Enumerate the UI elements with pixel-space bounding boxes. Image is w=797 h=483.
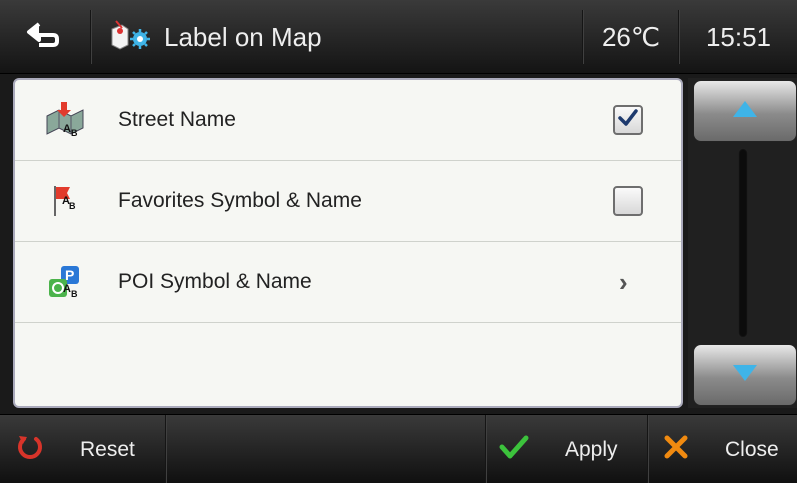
back-arrow-icon [25, 20, 65, 55]
label-options-list: A B Street Name A B Favorites Symbol & N… [13, 78, 683, 408]
favorites-flag-icon: A B [45, 181, 85, 221]
svg-text:B: B [71, 128, 78, 138]
title-bar: Label on Map 26℃ 15:51 [0, 0, 797, 74]
apply-button[interactable]: Apply [487, 415, 647, 483]
back-button[interactable] [0, 0, 90, 74]
list-item-favorites[interactable]: A B Favorites Symbol & Name [15, 161, 681, 242]
empty-row [15, 323, 681, 406]
checkmark-icon [617, 108, 639, 133]
checkmark-icon [499, 434, 529, 465]
chevron-right-icon: › [619, 266, 628, 297]
list-item-poi[interactable]: P A B POI Symbol & Name › [15, 242, 681, 323]
apply-label: Apply [565, 437, 618, 461]
poi-icon: P A B [45, 262, 85, 302]
list-item-label: POI Symbol & Name [118, 270, 312, 293]
svg-text:A: A [63, 283, 71, 295]
reset-label: Reset [80, 437, 135, 461]
scroll-down-button[interactable] [693, 344, 797, 406]
clock: 15:51 [705, 21, 772, 52]
map-label-settings-icon [106, 19, 152, 56]
scrollbar[interactable] [688, 78, 797, 408]
temperature-readout: 26℃ [601, 21, 661, 52]
arrow-down-icon [731, 363, 759, 388]
list-item-label: Favorites Symbol & Name [118, 189, 362, 212]
list-item-label: Street Name [118, 108, 236, 131]
scroll-track[interactable] [738, 148, 748, 338]
list-item-street-name[interactable]: A B Street Name [15, 80, 681, 161]
close-label: Close [725, 437, 779, 461]
favorites-checkbox[interactable] [613, 186, 643, 216]
reset-button[interactable]: Reset [0, 415, 165, 483]
svg-text:A: A [63, 123, 71, 135]
close-button[interactable]: Close [649, 415, 797, 483]
page-title: Label on Map [164, 21, 322, 52]
svg-text:B: B [71, 289, 78, 299]
reset-icon [16, 433, 44, 466]
title-area: Label on Map [92, 0, 582, 74]
close-x-icon [663, 434, 689, 465]
svg-text:B: B [69, 201, 76, 211]
scroll-up-button[interactable] [693, 80, 797, 142]
street-name-icon: A B [45, 100, 85, 140]
street-name-checkbox[interactable] [613, 105, 643, 135]
footer-spacer [167, 415, 485, 483]
arrow-up-icon [731, 99, 759, 124]
bottom-toolbar: Reset Apply Close [0, 414, 797, 483]
